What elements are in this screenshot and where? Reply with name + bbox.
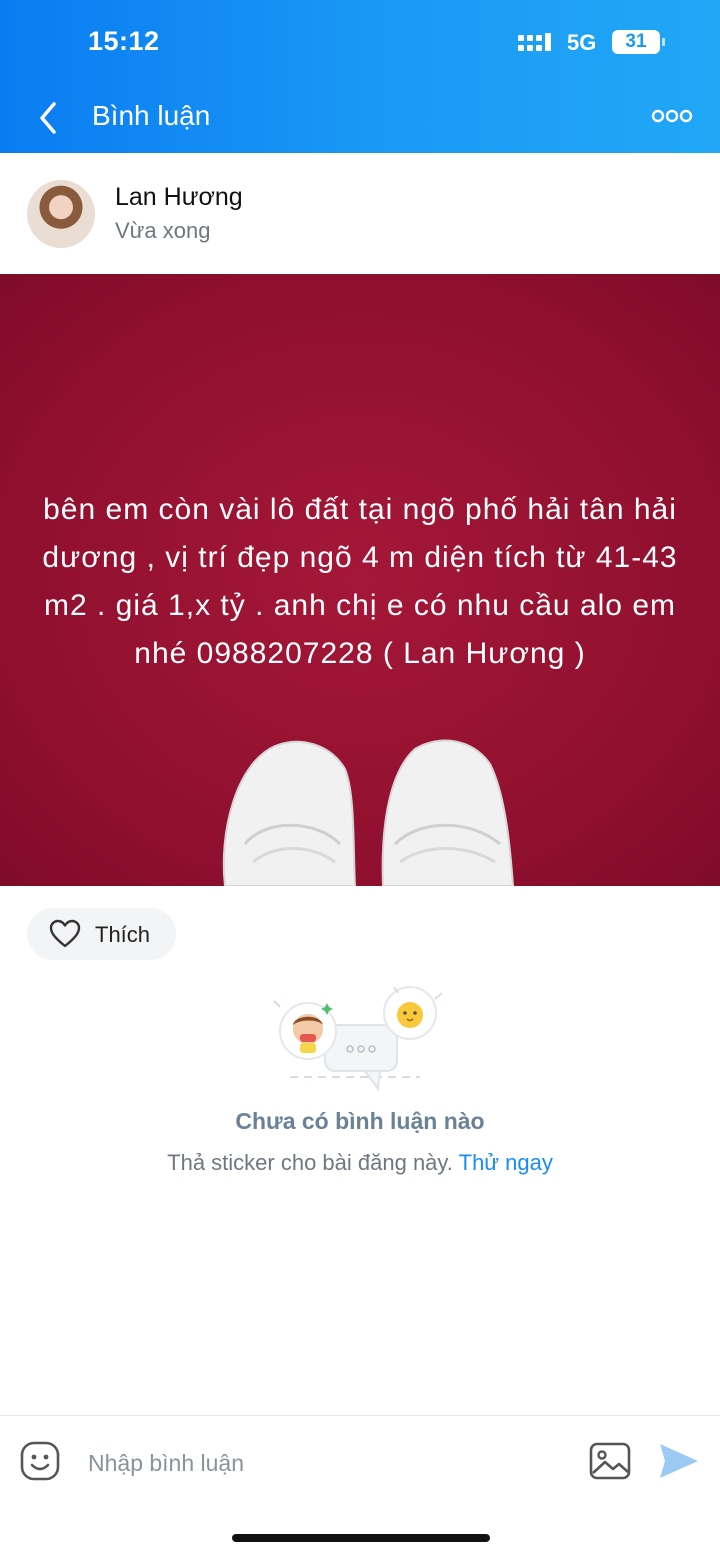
post-image: bên em còn vài lô đất tại ngõ phố hải tâ… <box>0 274 720 886</box>
sticker-smile-icon[interactable] <box>19 1440 61 1482</box>
home-indicator <box>232 1534 490 1542</box>
like-button[interactable]: Thích <box>27 908 176 960</box>
chevron-left-icon[interactable] <box>30 96 70 140</box>
empty-comments-title: Chưa có bình luận nào <box>235 1108 485 1134</box>
heart-icon <box>49 919 81 948</box>
network-type: 5G <box>567 30 597 55</box>
page-title: Bình luận <box>92 100 211 131</box>
comment-input[interactable] <box>86 1442 560 1484</box>
like-label: Thích <box>95 922 151 947</box>
send-icon[interactable] <box>658 1442 700 1480</box>
post-header: Lan Hương Vừa xong <box>0 153 720 274</box>
status-time: 15:12 <box>88 26 160 56</box>
top-bar: 15:12 5G 31 Bình luận <box>0 0 720 153</box>
battery-tip <box>662 38 665 46</box>
battery-indicator: 31 <box>612 30 660 54</box>
image-icon[interactable] <box>588 1441 632 1481</box>
post-timestamp: Vừa xong <box>115 218 211 243</box>
shoes-illustration <box>222 739 515 886</box>
post-text: bên em còn vài lô đất tại ngõ phố hải tâ… <box>42 493 678 670</box>
empty-comments-subtitle: Thả sticker cho bài đăng này. Thử ngay <box>0 1150 720 1176</box>
empty-comments-illustration <box>273 986 443 1092</box>
author-name[interactable]: Lan Hương <box>115 183 243 212</box>
avatar[interactable] <box>27 180 95 248</box>
try-now-link[interactable]: Thử ngay <box>459 1150 553 1175</box>
comment-composer <box>0 1415 720 1508</box>
empty-comments-hint: Thả sticker cho bài đăng này. <box>167 1150 453 1175</box>
signal-icon <box>518 33 551 51</box>
more-dots-icon[interactable] <box>650 104 694 128</box>
